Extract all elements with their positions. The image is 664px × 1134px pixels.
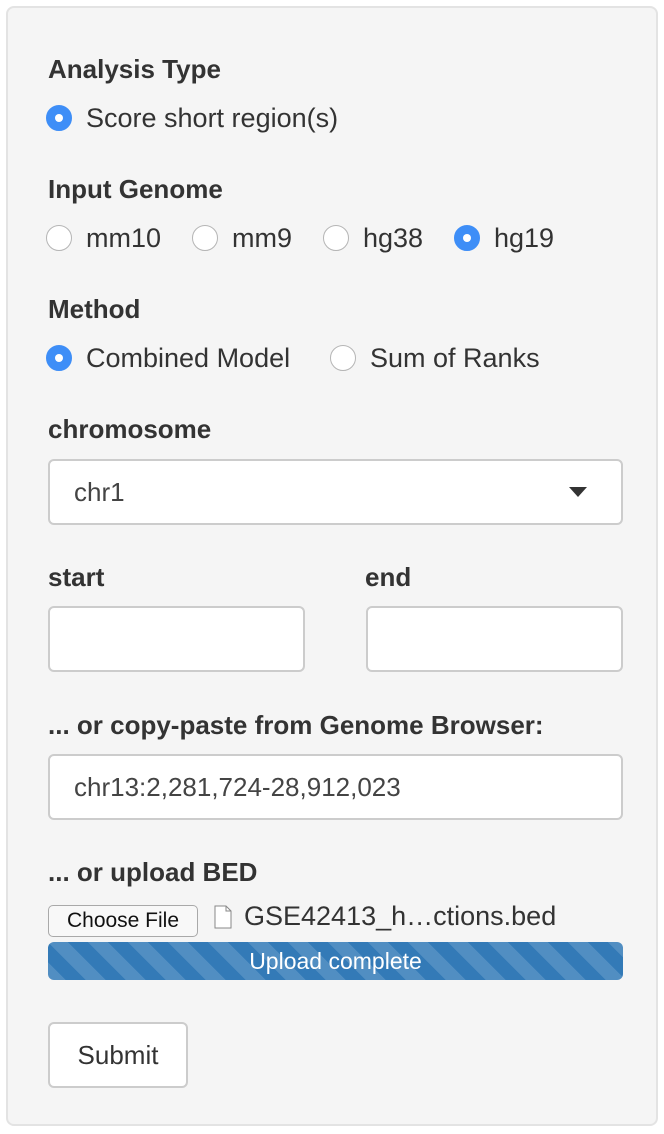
- radio-label: Sum of Ranks: [370, 342, 540, 373]
- radio-hg19[interactable]: hg19: [454, 221, 554, 255]
- end-input[interactable]: [366, 606, 623, 672]
- choose-file-button[interactable]: Choose File: [48, 905, 198, 937]
- radio-sum-of-ranks[interactable]: Sum of Ranks: [330, 341, 540, 375]
- sidebar-panel: Analysis Type Score short region(s) Inpu…: [6, 6, 658, 1126]
- radio-hg38[interactable]: hg38: [323, 221, 423, 255]
- genome-browser-value: chr13:2,281,724-28,912,023: [74, 771, 401, 802]
- radio-label: hg19: [494, 222, 555, 253]
- start-label: start: [48, 562, 105, 592]
- radio-icon[interactable]: [46, 105, 72, 131]
- caret-down-icon: [569, 487, 587, 497]
- radio-icon[interactable]: [330, 345, 356, 371]
- radio-label: mm9: [232, 222, 292, 253]
- method-label: Method: [48, 294, 141, 324]
- end-label: end: [365, 562, 412, 592]
- radio-mm10[interactable]: mm10: [46, 221, 161, 255]
- chromosome-selected-value: chr1: [74, 476, 125, 507]
- genome-browser-input[interactable]: chr13:2,281,724-28,912,023: [48, 754, 623, 820]
- radio-label: Combined Model: [86, 342, 291, 373]
- file-icon: [214, 905, 232, 929]
- radio-icon[interactable]: [192, 225, 218, 251]
- upload-progress-text: Upload complete: [249, 947, 422, 974]
- radio-icon[interactable]: [46, 345, 72, 371]
- start-input[interactable]: [48, 606, 305, 672]
- radio-label: hg38: [363, 222, 424, 253]
- chromosome-label: chromosome: [48, 414, 212, 444]
- radio-mm9[interactable]: mm9: [192, 221, 292, 255]
- chromosome-select[interactable]: chr1: [48, 459, 623, 525]
- genome-browser-label: ... or copy-paste from Genome Browser:: [48, 710, 544, 740]
- radio-icon[interactable]: [46, 225, 72, 251]
- radio-label: Score short region(s): [86, 102, 339, 133]
- radio-icon[interactable]: [323, 225, 349, 251]
- radio-icon[interactable]: [454, 225, 480, 251]
- radio-label: mm10: [86, 222, 162, 253]
- radio-score-short-regions[interactable]: Score short region(s): [46, 101, 338, 135]
- radio-combined-model[interactable]: Combined Model: [46, 341, 290, 375]
- input-genome-label: Input Genome: [48, 174, 223, 204]
- file-name: GSE42413_h…ctions.bed: [244, 901, 557, 931]
- analysis-type-label: Analysis Type: [48, 54, 221, 84]
- upload-bed-label: ... or upload BED: [48, 857, 258, 887]
- submit-button[interactable]: Submit: [48, 1022, 188, 1088]
- upload-progress-bar: Upload complete: [48, 942, 623, 980]
